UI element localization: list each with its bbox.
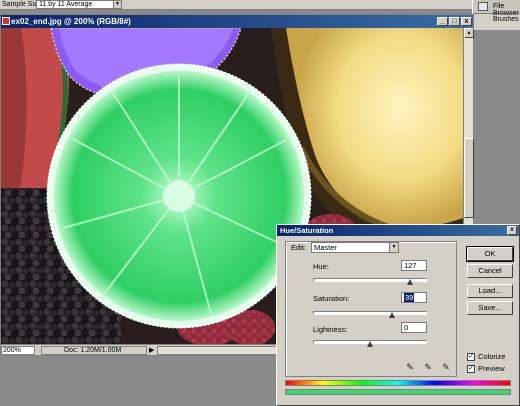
maximize-button[interactable]: □ — [449, 17, 460, 26]
scroll-thumb[interactable] — [464, 138, 474, 218]
dialog-close-button[interactable]: x — [507, 226, 517, 235]
lightness-label: Lightness: — [313, 325, 348, 334]
file-browser-tab[interactable]: File Browser — [473, 0, 520, 17]
photoshop-workspace: Sample Size: 11 by 11 Average ▼ File Bro… — [0, 0, 520, 406]
saturation-slider-knob[interactable] — [389, 312, 396, 318]
hue-input[interactable]: 127 — [401, 260, 427, 271]
hue-label: Hue: — [313, 262, 329, 271]
dialog-title: Hue/Saturation — [280, 226, 334, 235]
eyedropper-icon[interactable]: ✎ — [405, 362, 415, 372]
result-color-bar — [285, 389, 511, 395]
edit-select[interactable]: Master ▼ — [311, 242, 399, 253]
hue-spectrum-bar — [285, 380, 511, 386]
status-menu-arrow-icon[interactable]: ▶ — [149, 346, 154, 355]
cancel-button[interactable]: Cancel — [467, 264, 513, 278]
eyedropper-minus-icon[interactable]: ✎ — [441, 362, 451, 372]
saturation-value: 39 — [404, 293, 415, 302]
palette-well: File Browser Brushes — [472, 0, 520, 30]
brushes-tab-label[interactable]: Brushes — [493, 16, 519, 23]
doc-size-info: Doc: 1.20M/1.00M — [41, 346, 147, 355]
lightness-input[interactable]: 0 — [401, 322, 427, 333]
file-browser-icon — [478, 2, 488, 11]
preview-label: Preview — [478, 364, 505, 373]
edit-label: Edit: — [291, 243, 307, 252]
adjustment-group — [285, 241, 457, 377]
sample-size-value: 11 by 11 Average — [39, 1, 93, 8]
sample-size-select[interactable]: 11 by 11 Average ▼ — [36, 0, 122, 9]
zoom-field[interactable]: 200% — [1, 346, 35, 355]
chevron-down-icon: ▼ — [113, 1, 121, 8]
load-button[interactable]: Load... — [467, 284, 513, 298]
eyedropper-plus-icon[interactable]: ✎ — [423, 362, 433, 372]
document-icon — [2, 17, 10, 25]
scroll-up-icon[interactable]: ▲ — [464, 28, 474, 38]
document-titlebar[interactable]: ex02_end.jpg @ 200% (RGB/8#) _ □ x — [1, 15, 473, 28]
close-button[interactable]: x — [461, 17, 472, 26]
edit-value: Master — [314, 243, 337, 252]
saturation-slider-track[interactable] — [313, 311, 427, 315]
ok-button[interactable]: OK — [466, 246, 514, 262]
saturation-input[interactable]: 39 — [401, 292, 427, 303]
chevron-down-icon: ▼ — [389, 243, 398, 252]
hue-slider-knob[interactable] — [407, 279, 414, 285]
options-bar: Sample Size: 11 by 11 Average ▼ — [0, 0, 520, 10]
saturation-label: Saturation: — [313, 294, 350, 303]
lightness-slider-knob[interactable] — [367, 341, 373, 347]
dialog-titlebar[interactable]: Hue/Saturation — [277, 225, 519, 236]
hue-saturation-dialog: Hue/Saturation x Edit: Master ▼ Hue: 127… — [276, 224, 520, 406]
save-button[interactable]: Save... — [467, 301, 513, 315]
file-browser-label: File Browser — [493, 3, 519, 17]
minimize-button[interactable]: _ — [437, 17, 448, 26]
document-title: ex02_end.jpg @ 200% (RGB/8#) — [11, 17, 131, 26]
colorize-label: Colorize — [478, 352, 506, 361]
preview-checkbox[interactable]: ✓ — [467, 365, 475, 373]
colorize-checkbox[interactable]: ✓ — [467, 353, 475, 361]
